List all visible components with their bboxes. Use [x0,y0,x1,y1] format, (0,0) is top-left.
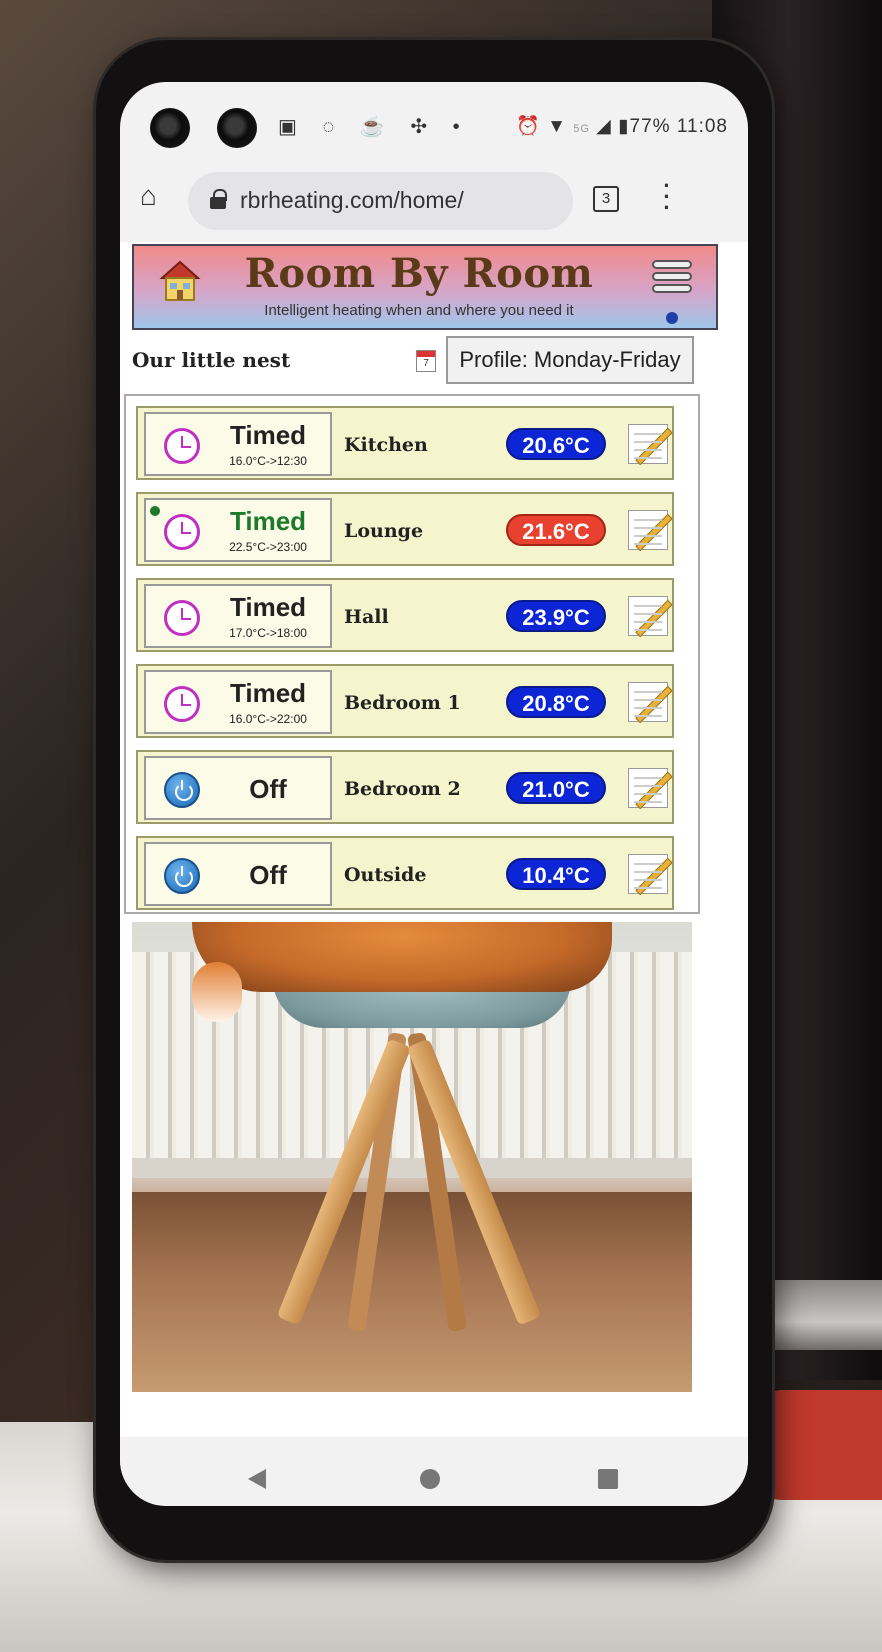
mode-label: Off [249,774,287,804]
room-name: Bedroom 1 [344,692,461,714]
edit-pencil-icon[interactable] [628,510,668,550]
room-name: Hall [344,606,389,628]
mode-detail: 22.5°C->23:00 [229,540,307,554]
temperature-badge: 10.4°C [506,858,606,890]
room-row: Off Bedroom 2 21.0°C [136,750,674,824]
mode-label: Timed [229,592,307,622]
address-bar[interactable]: rbrheating.com/home/ [188,172,573,230]
power-icon [164,858,200,894]
photo-cat-tail [192,962,242,1022]
room-row: Timed 16.0°C->22:00 Bedroom 1 20.8°C [136,664,674,738]
temperature-badge: 20.8°C [506,686,606,718]
room-name: Lounge [344,520,424,542]
alarm-icon: ⏰ [516,116,541,137]
power-icon [164,772,200,808]
browser-menu-icon[interactable]: · · · [662,175,672,219]
wifi-icon: ▼ [547,116,567,137]
mode-label: Off [249,860,287,890]
room-row: Timed 22.5°C->23:00 Lounge 21.6°C [136,492,674,566]
front-camera-icon [217,108,257,148]
house-logo-icon[interactable] [158,258,202,304]
clock-icon [164,428,200,464]
clock-icon [164,600,200,636]
mode-detail: 16.0°C->12:30 [229,454,307,468]
mode-button[interactable]: Timed 16.0°C->12:30 [144,412,332,476]
web-page: Room By Room Intelligent heating when an… [120,242,748,1437]
edit-pencil-icon[interactable] [628,682,668,722]
edit-pencil-icon[interactable] [628,768,668,808]
room-row: Off Outside 10.4°C [136,836,674,910]
site-title: Room By Room [244,250,594,297]
edit-pencil-icon[interactable] [628,596,668,636]
mode-button[interactable]: Off [144,842,332,906]
temperature-badge: 23.9°C [506,600,606,632]
battery-level: 77% [629,116,671,137]
status-right: ⏰ ▼ 5G ◢ ▮77% 11:08 [516,114,728,138]
edit-pencil-icon[interactable] [628,424,668,464]
edit-pencil-icon[interactable] [628,854,668,894]
signal-icon: ◢ [596,116,612,137]
mode-label: Timed [229,678,307,708]
photo-floor [132,1192,692,1392]
heating-active-dot [150,506,160,516]
temperature-badge: 21.6°C [506,514,606,546]
mode-detail: 17.0°C->18:00 [229,626,307,640]
mode-detail: 16.0°C->22:00 [229,712,307,726]
clock-time: 11:08 [676,116,728,137]
android-nav-bar [120,1447,748,1505]
front-camera-icon [150,108,190,148]
cat-radiator-photo [132,922,692,1392]
network-label: 5G [573,123,590,135]
home-circle-icon[interactable] [420,1469,440,1489]
phone-screen: ▣ ◌ ☕ ✣ • ⏰ ▼ 5G ◢ ▮77% 11:08 ⌂ rbrheati… [120,82,748,1506]
temperature-badge: 21.0°C [506,772,606,804]
hamburger-menu-icon[interactable] [652,260,692,304]
room-name: Bedroom 2 [344,778,461,800]
room-list: Timed 16.0°C->12:30 Kitchen 20.6°C Timed 22.5… [124,394,700,914]
room-row: Timed 17.0°C->18:00 Hall 23.9°C [136,578,674,652]
site-subtitle: Intelligent heating when and where you n… [264,302,574,319]
room-row: Timed 16.0°C->12:30 Kitchen 20.6°C [136,406,674,480]
mode-label: Timed [229,420,307,450]
mode-button[interactable]: Timed 22.5°C->23:00 [144,498,332,562]
status-bar: ▣ ◌ ☕ ✣ • ⏰ ▼ 5G ◢ ▮77% 11:08 [120,82,748,152]
recent-apps-icon[interactable] [598,1469,618,1489]
browser-home-icon[interactable]: ⌂ [140,182,157,210]
url-text: rbrheating.com/home/ [240,187,464,213]
tab-switcher-icon[interactable]: 3 [593,186,619,212]
mode-button[interactable]: Off [144,756,332,820]
browser-toolbar: ⌂ rbrheating.com/home/ 3 · · · [120,164,748,236]
room-name: Kitchen [344,434,428,456]
notification-icons: ▣ ◌ ☕ ✣ • [278,116,470,138]
lock-icon [210,189,227,209]
mode-label: Timed [229,506,307,536]
photo-radiator-base [132,1158,692,1178]
mode-button[interactable]: Timed 17.0°C->18:00 [144,584,332,648]
temperature-badge: 20.6°C [506,428,606,460]
connection-status-dot [666,312,678,324]
home-name: Our little nest [132,348,291,372]
site-banner: Room By Room Intelligent heating when an… [132,244,718,330]
clock-icon [164,514,200,550]
clock-icon [164,686,200,722]
photo-cat [192,922,612,992]
calendar-icon[interactable]: 7 [416,350,436,372]
back-icon[interactable] [248,1469,266,1489]
profile-button[interactable]: Profile: Monday-Friday [446,336,694,384]
room-name: Outside [344,864,427,886]
mode-button[interactable]: Timed 16.0°C->22:00 [144,670,332,734]
battery-icon: ▮ [618,116,630,137]
